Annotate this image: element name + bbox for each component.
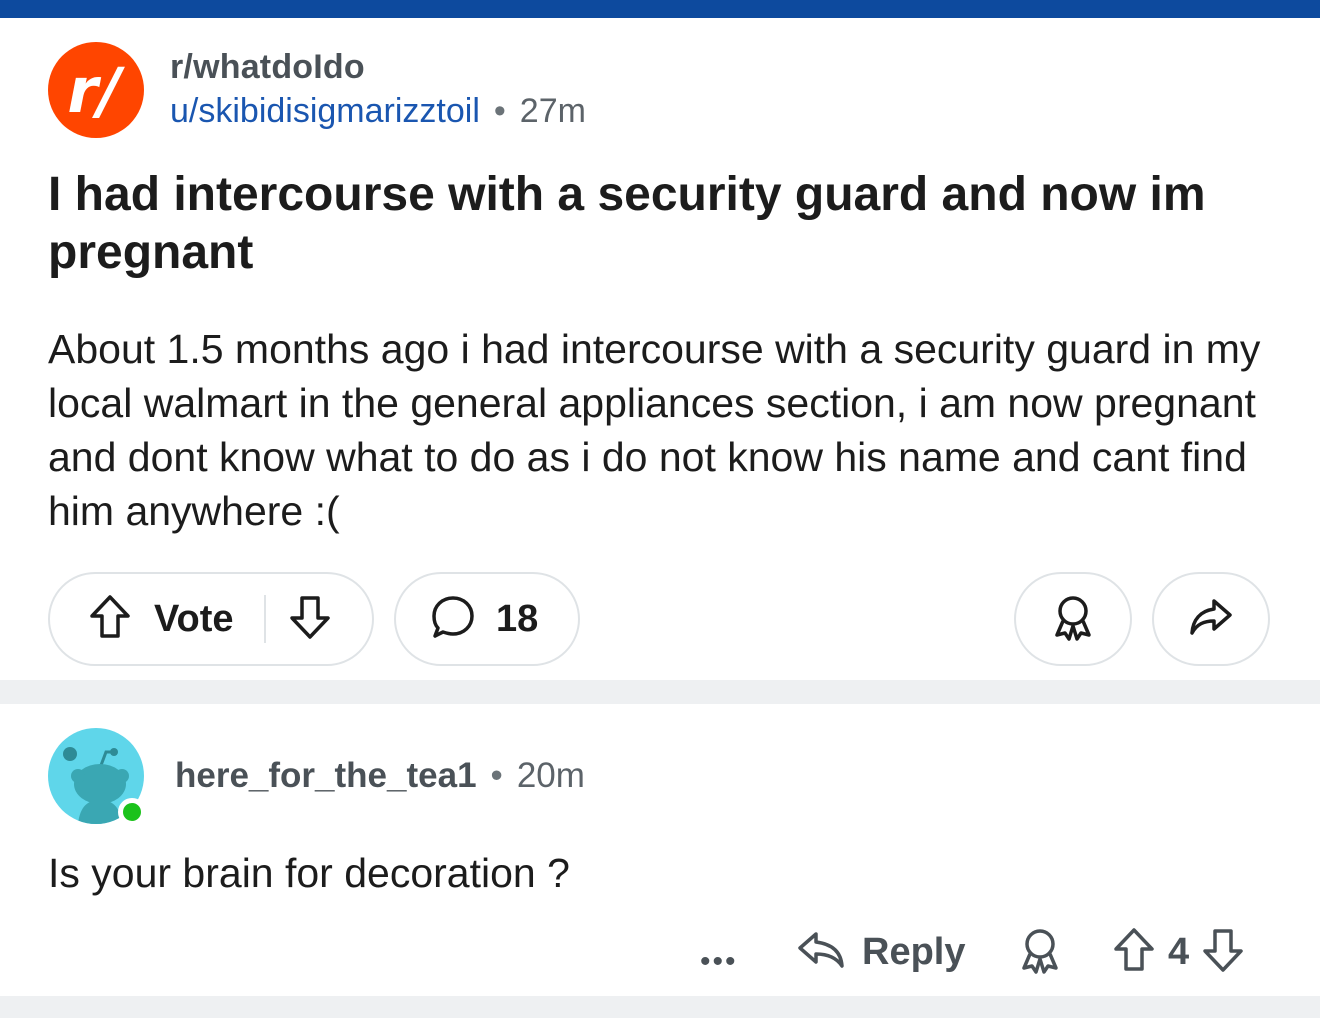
comment-body: Is your brain for decoration ? — [48, 850, 570, 896]
reply-arrow-icon — [796, 928, 846, 977]
online-status-dot — [118, 798, 146, 826]
comment-count: 18 — [496, 597, 539, 640]
post-age: 27m — [519, 92, 586, 130]
comments-button[interactable]: 18 — [394, 572, 580, 666]
reply-label: Reply — [862, 930, 966, 973]
comment-author[interactable]: here_for_the_tea1 — [175, 756, 477, 796]
post-title: I had intercourse with a security guard … — [48, 168, 1206, 279]
comment-vote-bar: 4 — [1112, 920, 1245, 984]
post-body: About 1.5 months ago i had intercourse w… — [48, 326, 1261, 534]
share-arrow-icon — [1188, 595, 1234, 644]
arrow-up-icon[interactable] — [1112, 926, 1156, 979]
arrow-down-icon[interactable] — [288, 593, 332, 646]
reply-button[interactable]: Reply — [796, 920, 965, 984]
meta-separator: • — [493, 92, 506, 130]
arrow-down-icon[interactable] — [1201, 926, 1245, 979]
meta-separator: • — [490, 756, 503, 795]
section-divider — [0, 680, 1320, 704]
comment-award-button[interactable] — [1018, 920, 1062, 984]
share-button[interactable] — [1152, 572, 1270, 666]
award-ribbon-icon — [1051, 593, 1095, 646]
subreddit-name[interactable]: r/whatdoIdo — [170, 48, 365, 87]
speech-bubble-icon — [430, 594, 476, 645]
arrow-up-icon[interactable] — [88, 593, 132, 646]
comment-meta: here_for_the_tea1 • 20m — [175, 756, 585, 796]
vote-bar: Vote — [48, 572, 374, 666]
more-dots-icon: ••• — [700, 945, 738, 978]
comment-score: 4 — [1168, 930, 1190, 973]
top-bar — [0, 0, 1320, 18]
award-button[interactable] — [1014, 572, 1132, 666]
bottom-divider — [0, 996, 1320, 1018]
svg-text:r/: r/ — [67, 54, 125, 127]
post-meta: u/skibidisigmarizztoil • 27m — [170, 92, 586, 131]
subreddit-logo-icon: r/ — [67, 54, 125, 127]
more-options-button[interactable]: ••• — [700, 930, 738, 994]
vote-divider — [263, 595, 266, 643]
comment-age: 20m — [516, 756, 585, 795]
vote-label: Vote — [154, 597, 234, 640]
subreddit-icon[interactable]: r/ — [48, 42, 144, 138]
post-author-link[interactable]: u/skibidisigmarizztoil — [170, 92, 480, 131]
award-ribbon-icon — [1018, 926, 1062, 979]
